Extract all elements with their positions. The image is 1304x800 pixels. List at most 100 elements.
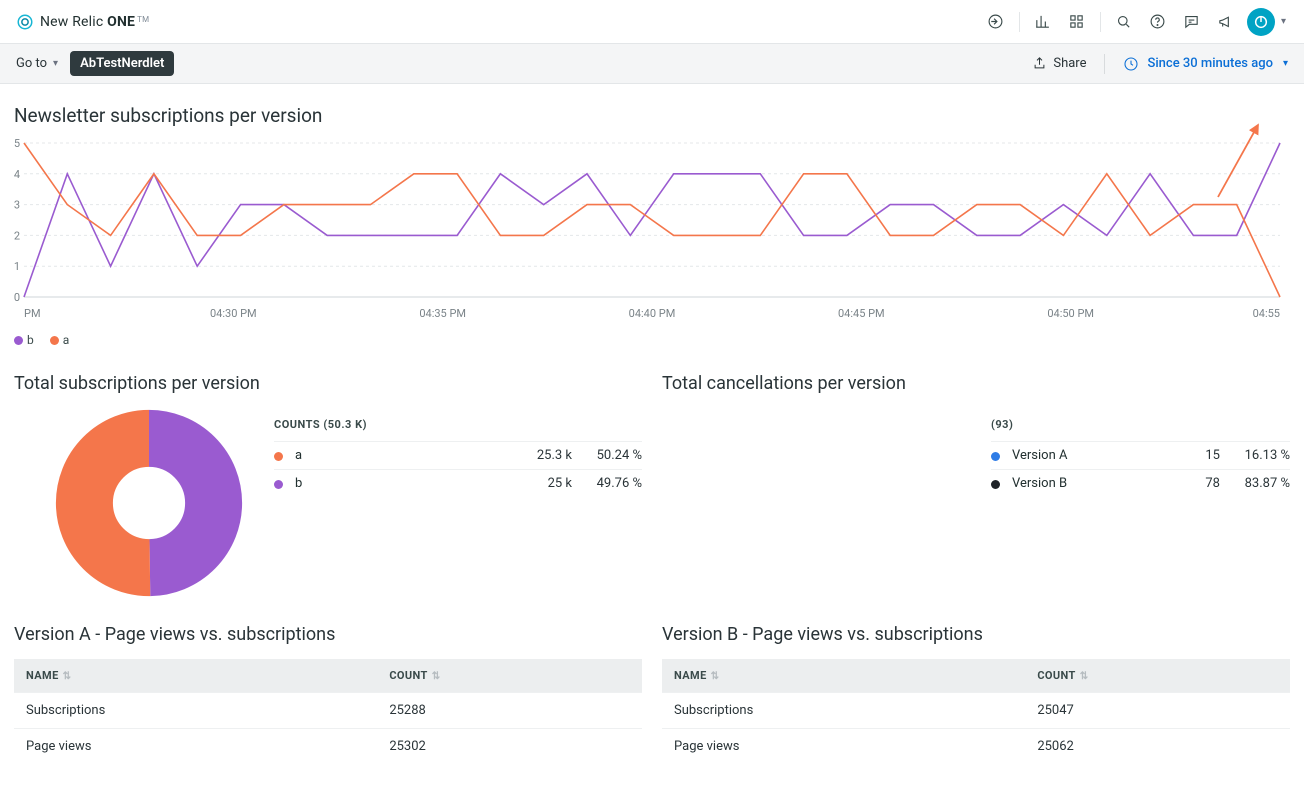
search-icon[interactable] bbox=[1109, 7, 1139, 37]
table-row[interactable]: Subscriptions25047 bbox=[662, 693, 1290, 729]
newrelic-logo-icon bbox=[16, 13, 34, 31]
legend-item-a[interactable]: a bbox=[50, 333, 70, 347]
legend-pct: 16.13 % bbox=[1220, 448, 1290, 463]
legend-value: 25 k bbox=[502, 476, 572, 491]
table-version-a: Version A - Page views vs. subscriptions… bbox=[14, 624, 642, 764]
sort-icon: ⇅ bbox=[63, 671, 72, 682]
svg-text:4: 4 bbox=[14, 168, 20, 181]
separator bbox=[1019, 12, 1020, 32]
svg-text:04:35 PM: 04:35 PM bbox=[419, 307, 466, 320]
chevron-down-icon: ▾ bbox=[1283, 58, 1288, 69]
legend-label: b bbox=[295, 476, 302, 491]
legend-value: 15 bbox=[1150, 448, 1220, 463]
chart-total-subscriptions: Total subscriptions per version COUNTS (… bbox=[14, 373, 642, 598]
timerange-picker[interactable]: Since 30 minutes ago ▾ bbox=[1123, 56, 1288, 72]
cell-count: 25047 bbox=[1025, 693, 1290, 729]
brand-suffix: ONE bbox=[107, 14, 135, 30]
swatch-icon bbox=[274, 452, 283, 461]
legend-header: COUNTS (50.3 K) bbox=[274, 418, 642, 431]
chart-icon[interactable] bbox=[1028, 7, 1058, 37]
col-count[interactable]: COUNT⇅ bbox=[377, 659, 642, 693]
clock-icon bbox=[1123, 56, 1139, 72]
top-header: New Relic ONETM ▾ bbox=[0, 0, 1304, 44]
svg-text:3: 3 bbox=[14, 199, 20, 212]
exit-icon[interactable] bbox=[981, 7, 1011, 37]
nerdlet-pill[interactable]: AbTestNerdlet bbox=[70, 51, 174, 76]
cell-name: Page views bbox=[14, 729, 377, 765]
cell-name: Subscriptions bbox=[14, 693, 377, 729]
user-menu[interactable]: ▾ bbox=[1245, 7, 1288, 37]
separator bbox=[1100, 12, 1101, 32]
legend-pct: 83.87 % bbox=[1220, 476, 1290, 491]
legend-pct: 49.76 % bbox=[572, 476, 642, 491]
share-label: Share bbox=[1053, 56, 1086, 71]
data-table: NAME⇅ COUNT⇅ Subscriptions25288 Page vie… bbox=[14, 659, 642, 764]
brand-logo[interactable]: New Relic ONETM bbox=[16, 13, 149, 31]
brand-text: New Relic ONETM bbox=[40, 14, 149, 30]
goto-label: Go to bbox=[16, 56, 47, 71]
cell-name: Subscriptions bbox=[662, 693, 1025, 729]
brand-prefix: New Relic bbox=[40, 14, 103, 30]
chart-title: Newsletter subscriptions per version bbox=[14, 104, 1290, 127]
avatar-icon bbox=[1247, 8, 1275, 36]
legend-row[interactable]: Version B 78 83.87 % bbox=[991, 469, 1290, 497]
legend-label: a bbox=[63, 333, 70, 347]
svg-text:1: 1 bbox=[14, 260, 20, 273]
table-row[interactable]: Page views25302 bbox=[14, 729, 642, 765]
svg-text:04:50 PM: 04:50 PM bbox=[1047, 307, 1094, 320]
donut-chart[interactable] bbox=[54, 408, 244, 598]
chevron-down-icon: ▾ bbox=[1281, 16, 1286, 27]
donut-legend: (93) Version A 15 16.13 % Version B 78 8… bbox=[991, 408, 1290, 497]
chart-title: Total cancellations per version bbox=[662, 373, 1290, 394]
swatch-icon bbox=[14, 336, 23, 345]
swatch-icon bbox=[991, 480, 1000, 489]
legend-item-b[interactable]: b bbox=[14, 333, 34, 347]
top-actions: ▾ bbox=[981, 7, 1288, 37]
cell-name: Page views bbox=[662, 729, 1025, 765]
table-title: Version B - Page views vs. subscriptions bbox=[662, 624, 1290, 645]
table-row[interactable]: Subscriptions25288 bbox=[14, 693, 642, 729]
chevron-down-icon: ▾ bbox=[53, 58, 58, 69]
col-name[interactable]: NAME⇅ bbox=[14, 659, 377, 693]
swatch-icon bbox=[50, 336, 59, 345]
chart-title: Total subscriptions per version bbox=[14, 373, 642, 394]
svg-text:2: 2 bbox=[14, 229, 20, 242]
legend-value: 78 bbox=[1150, 476, 1220, 491]
sort-icon: ⇅ bbox=[432, 671, 441, 682]
context-bar: Go to ▾ AbTestNerdlet Share Since 30 min… bbox=[0, 44, 1304, 84]
table-row[interactable]: Page views25062 bbox=[662, 729, 1290, 765]
cell-count: 25302 bbox=[377, 729, 642, 765]
legend-pct: 50.24 % bbox=[572, 448, 642, 463]
share-icon bbox=[1032, 56, 1047, 71]
help-icon[interactable] bbox=[1143, 7, 1173, 37]
legend-header: (93) bbox=[991, 418, 1290, 431]
cell-count: 25062 bbox=[1025, 729, 1290, 765]
table-title: Version A - Page views vs. subscriptions bbox=[14, 624, 642, 645]
svg-text:04:40 PM: 04:40 PM bbox=[629, 307, 676, 320]
svg-text:0: 0 bbox=[14, 291, 20, 304]
chart-legend: b a bbox=[14, 333, 1290, 347]
col-count[interactable]: COUNT⇅ bbox=[1025, 659, 1290, 693]
timerange-label: Since 30 minutes ago bbox=[1147, 56, 1272, 71]
chart-total-cancellations: Total cancellations per version (93) Ver… bbox=[662, 373, 1290, 598]
announce-icon[interactable] bbox=[1211, 7, 1241, 37]
table-version-b: Version B - Page views vs. subscriptions… bbox=[662, 624, 1290, 764]
legend-row[interactable]: a 25.3 k 50.24 % bbox=[274, 441, 642, 469]
share-button[interactable]: Share bbox=[1032, 56, 1086, 71]
legend-row[interactable]: Version A 15 16.13 % bbox=[991, 441, 1290, 469]
legend-label: Version A bbox=[1012, 448, 1067, 463]
legend-label: Version B bbox=[1012, 476, 1067, 491]
svg-text:PM: PM bbox=[24, 307, 41, 320]
legend-label: a bbox=[295, 448, 302, 463]
apps-icon[interactable] bbox=[1062, 7, 1092, 37]
chart-newsletter-subscriptions: Newsletter subscriptions per version 0 1 2… bbox=[14, 104, 1290, 347]
main-content: Newsletter subscriptions per version 0 1 2… bbox=[0, 84, 1304, 788]
col-name[interactable]: NAME⇅ bbox=[662, 659, 1025, 693]
feedback-icon[interactable] bbox=[1177, 7, 1207, 37]
legend-row[interactable]: b 25 k 49.76 % bbox=[274, 469, 642, 497]
line-chart[interactable]: 012345PM04:30 PM04:35 PM04:40 PM04:45 PM… bbox=[14, 139, 1290, 329]
svg-text:04:45 PM: 04:45 PM bbox=[838, 307, 885, 320]
goto-dropdown[interactable]: Go to ▾ bbox=[16, 56, 58, 71]
brand-tm: TM bbox=[137, 15, 149, 24]
svg-text:04:30 PM: 04:30 PM bbox=[210, 307, 257, 320]
